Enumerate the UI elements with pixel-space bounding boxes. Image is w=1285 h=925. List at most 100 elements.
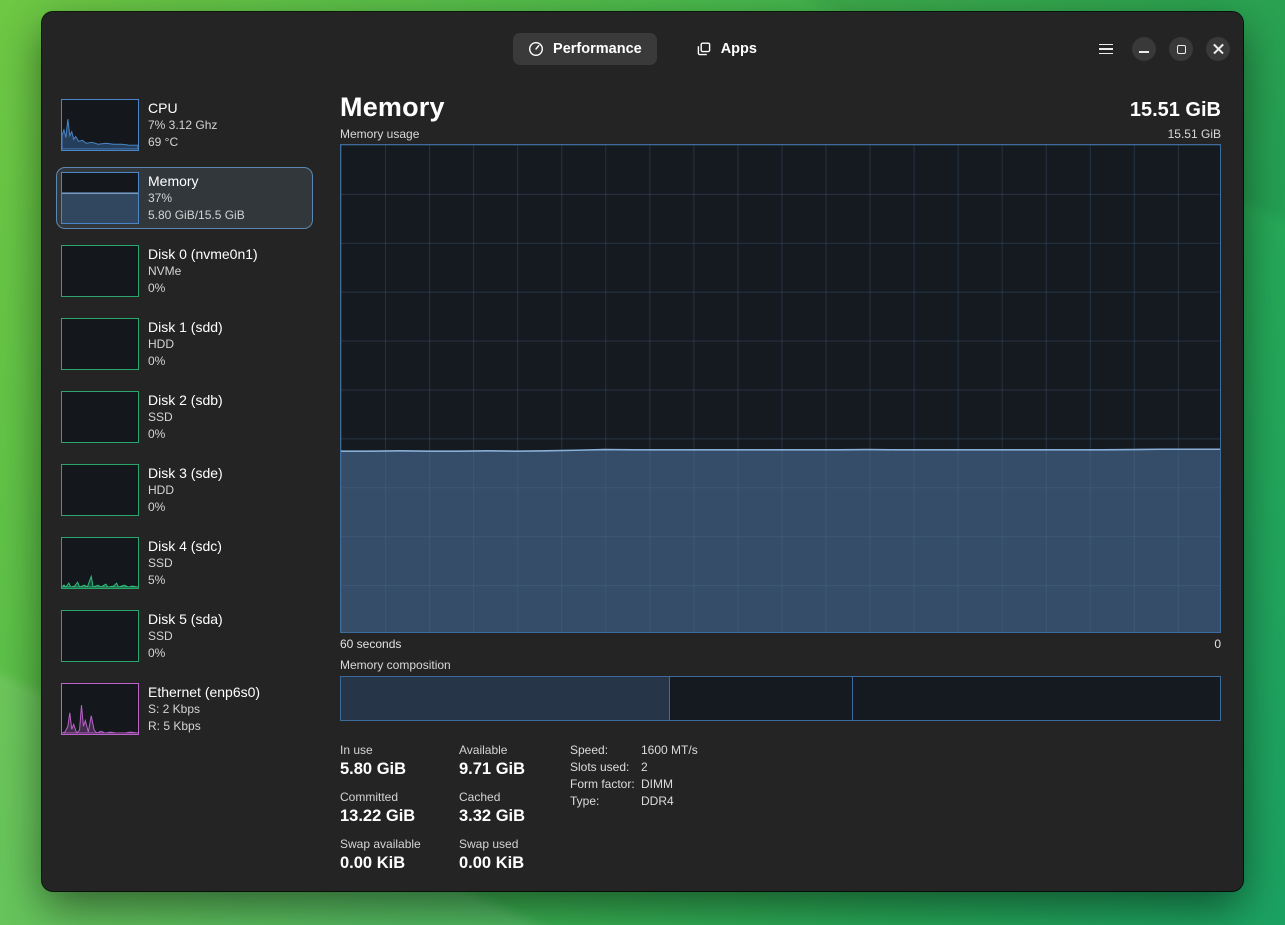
hw-value: 1600 MT/s — [641, 742, 698, 759]
sidebar-item-text: Disk 2 (sdb) SSD 0% — [148, 392, 223, 443]
sidebar-item-text: Memory 37% 5.80 GiB/15.5 GiB — [148, 173, 245, 224]
sidebar-item-detail: NVMe — [148, 263, 258, 280]
sidebar-item-detail: S: 2 Kbps — [148, 701, 260, 718]
close-button[interactable] — [1206, 37, 1230, 61]
sidebar-item-disk3[interactable]: Disk 3 (sde) HDD 0% — [56, 459, 313, 521]
stats-column-2: Available 9.71 GiB Cached 3.32 GiB Swap … — [459, 742, 570, 883]
sidebar-item-disk0[interactable]: Disk 0 (nvme0n1) NVMe 0% — [56, 240, 313, 302]
sidebar-item-disk1[interactable]: Disk 1 (sdd) HDD 0% — [56, 313, 313, 375]
stat-swap-used: Swap used 0.00 KiB — [459, 836, 570, 874]
memory-stats: In use 5.80 GiB Committed 13.22 GiB Swap… — [340, 742, 698, 883]
stat-value: 5.80 GiB — [340, 758, 459, 780]
close-icon — [1213, 44, 1224, 55]
sidebar-item-detail: 7% 3.12 Ghz — [148, 117, 217, 134]
sidebar-item-title: Disk 1 (sdd) — [148, 319, 223, 336]
tab-apps-label: Apps — [721, 41, 757, 57]
memory-composition-label: Memory composition — [340, 658, 451, 672]
memory-panel-header: Memory 15.51 GiB — [340, 92, 1221, 123]
performance-sidebar: CPU 7% 3.12 Ghz 69 °C Memory 37% 5.80 Gi… — [42, 86, 340, 891]
stat-label: Available — [459, 742, 570, 758]
mission-center-window: Performance Apps — [42, 12, 1243, 891]
disk5-graph-thumbnail — [61, 610, 139, 662]
view-switcher: Performance Apps — [513, 33, 772, 65]
sidebar-item-detail: 0% — [148, 645, 223, 662]
ethernet-graph-thumbnail — [61, 683, 139, 735]
hw-label: Form factor: — [570, 776, 641, 793]
stat-cached: Cached 3.32 GiB — [459, 789, 570, 827]
page-title: Memory — [340, 92, 445, 123]
tab-apps[interactable]: Apps — [681, 33, 772, 65]
stat-label: Cached — [459, 789, 570, 805]
stat-value: 13.22 GiB — [340, 805, 459, 827]
sidebar-item-detail: 0% — [148, 499, 223, 516]
headerbar: Performance Apps — [42, 12, 1243, 86]
stat-committed: Committed 13.22 GiB — [340, 789, 459, 827]
window-body: CPU 7% 3.12 Ghz 69 °C Memory 37% 5.80 Gi… — [42, 86, 1243, 891]
x-axis-right-label: 0 — [1214, 637, 1221, 651]
memory-graph-thumbnail — [61, 172, 139, 224]
sidebar-item-cpu[interactable]: CPU 7% 3.12 Ghz 69 °C — [56, 94, 313, 156]
disk0-graph-thumbnail — [61, 245, 139, 297]
sidebar-item-ethernet[interactable]: Ethernet (enp6s0) S: 2 Kbps R: 5 Kbps — [56, 678, 313, 740]
sidebar-item-detail: SSD — [148, 628, 223, 645]
sidebar-item-detail: SSD — [148, 409, 223, 426]
sidebar-item-disk2[interactable]: Disk 2 (sdb) SSD 0% — [56, 386, 313, 448]
sidebar-item-detail: 5.80 GiB/15.5 GiB — [148, 207, 245, 224]
cpu-graph-thumbnail — [61, 99, 139, 151]
sidebar-item-text: Disk 1 (sdd) HDD 0% — [148, 319, 223, 370]
sidebar-item-disk4[interactable]: Disk 4 (sdc) SSD 5% — [56, 532, 313, 594]
sidebar-item-detail: 37% — [148, 190, 245, 207]
sidebar-item-text: Disk 3 (sde) HDD 0% — [148, 465, 223, 516]
disk3-graph-thumbnail — [61, 464, 139, 516]
sidebar-item-title: Disk 0 (nvme0n1) — [148, 246, 258, 263]
sidebar-item-title: Disk 3 (sde) — [148, 465, 223, 482]
memory-total-value: 15.51 GiB — [1130, 99, 1221, 122]
sidebar-item-detail: 0% — [148, 280, 258, 297]
memory-usage-area-chart — [341, 145, 1220, 632]
usage-graph-label: Memory usage — [340, 127, 419, 141]
sidebar-item-title: Ethernet (enp6s0) — [148, 684, 260, 701]
maximize-button[interactable] — [1169, 37, 1193, 61]
memory-usage-graph — [340, 144, 1221, 633]
memory-panel: Memory 15.51 GiB Memory usage 15.51 GiB … — [340, 86, 1243, 891]
minimize-icon — [1139, 51, 1149, 53]
composition-segment-cached — [670, 677, 853, 720]
sidebar-item-text: Ethernet (enp6s0) S: 2 Kbps R: 5 Kbps — [148, 684, 260, 735]
composition-segment-free — [853, 677, 1220, 720]
hw-value: DDR4 — [641, 793, 698, 810]
stat-label: Swap used — [459, 836, 570, 852]
sidebar-item-text: CPU 7% 3.12 Ghz 69 °C — [148, 100, 217, 151]
sidebar-item-detail: 5% — [148, 572, 222, 589]
stat-swap-available: Swap available 0.00 KiB — [340, 836, 459, 874]
disk1-graph-thumbnail — [61, 318, 139, 370]
sidebar-item-detail: 69 °C — [148, 134, 217, 151]
disk2-graph-thumbnail — [61, 391, 139, 443]
menu-icon[interactable] — [1093, 36, 1119, 62]
disk4-graph-thumbnail — [61, 537, 139, 589]
memory-hardware-info: Speed: 1600 MT/s Slots used: 2 Form fact… — [570, 742, 698, 883]
hw-value: 2 — [641, 759, 698, 776]
tab-performance[interactable]: Performance — [513, 33, 657, 65]
sidebar-item-text: Disk 5 (sda) SSD 0% — [148, 611, 223, 662]
hw-label: Type: — [570, 793, 641, 810]
stat-label: Swap available — [340, 836, 459, 852]
sidebar-item-detail: 0% — [148, 353, 223, 370]
usage-graph-caption: Memory usage 15.51 GiB — [340, 127, 1221, 141]
stat-value: 9.71 GiB — [459, 758, 570, 780]
maximize-icon — [1177, 45, 1186, 54]
minimize-button[interactable] — [1132, 37, 1156, 61]
tab-performance-label: Performance — [553, 41, 642, 57]
sidebar-item-detail: SSD — [148, 555, 222, 572]
sidebar-item-memory[interactable]: Memory 37% 5.80 GiB/15.5 GiB — [56, 167, 313, 229]
stat-label: Committed — [340, 789, 459, 805]
hw-value: DIMM — [641, 776, 698, 793]
sidebar-item-disk5[interactable]: Disk 5 (sda) SSD 0% — [56, 605, 313, 667]
memory-composition-bar — [340, 676, 1221, 721]
sidebar-item-detail: R: 5 Kbps — [148, 718, 260, 735]
sidebar-item-title: CPU — [148, 100, 217, 117]
sidebar-item-text: Disk 0 (nvme0n1) NVMe 0% — [148, 246, 258, 297]
sidebar-item-detail: 0% — [148, 426, 223, 443]
sidebar-item-detail: HDD — [148, 482, 223, 499]
performance-gauge-icon — [528, 41, 544, 57]
stats-column-1: In use 5.80 GiB Committed 13.22 GiB Swap… — [340, 742, 459, 883]
